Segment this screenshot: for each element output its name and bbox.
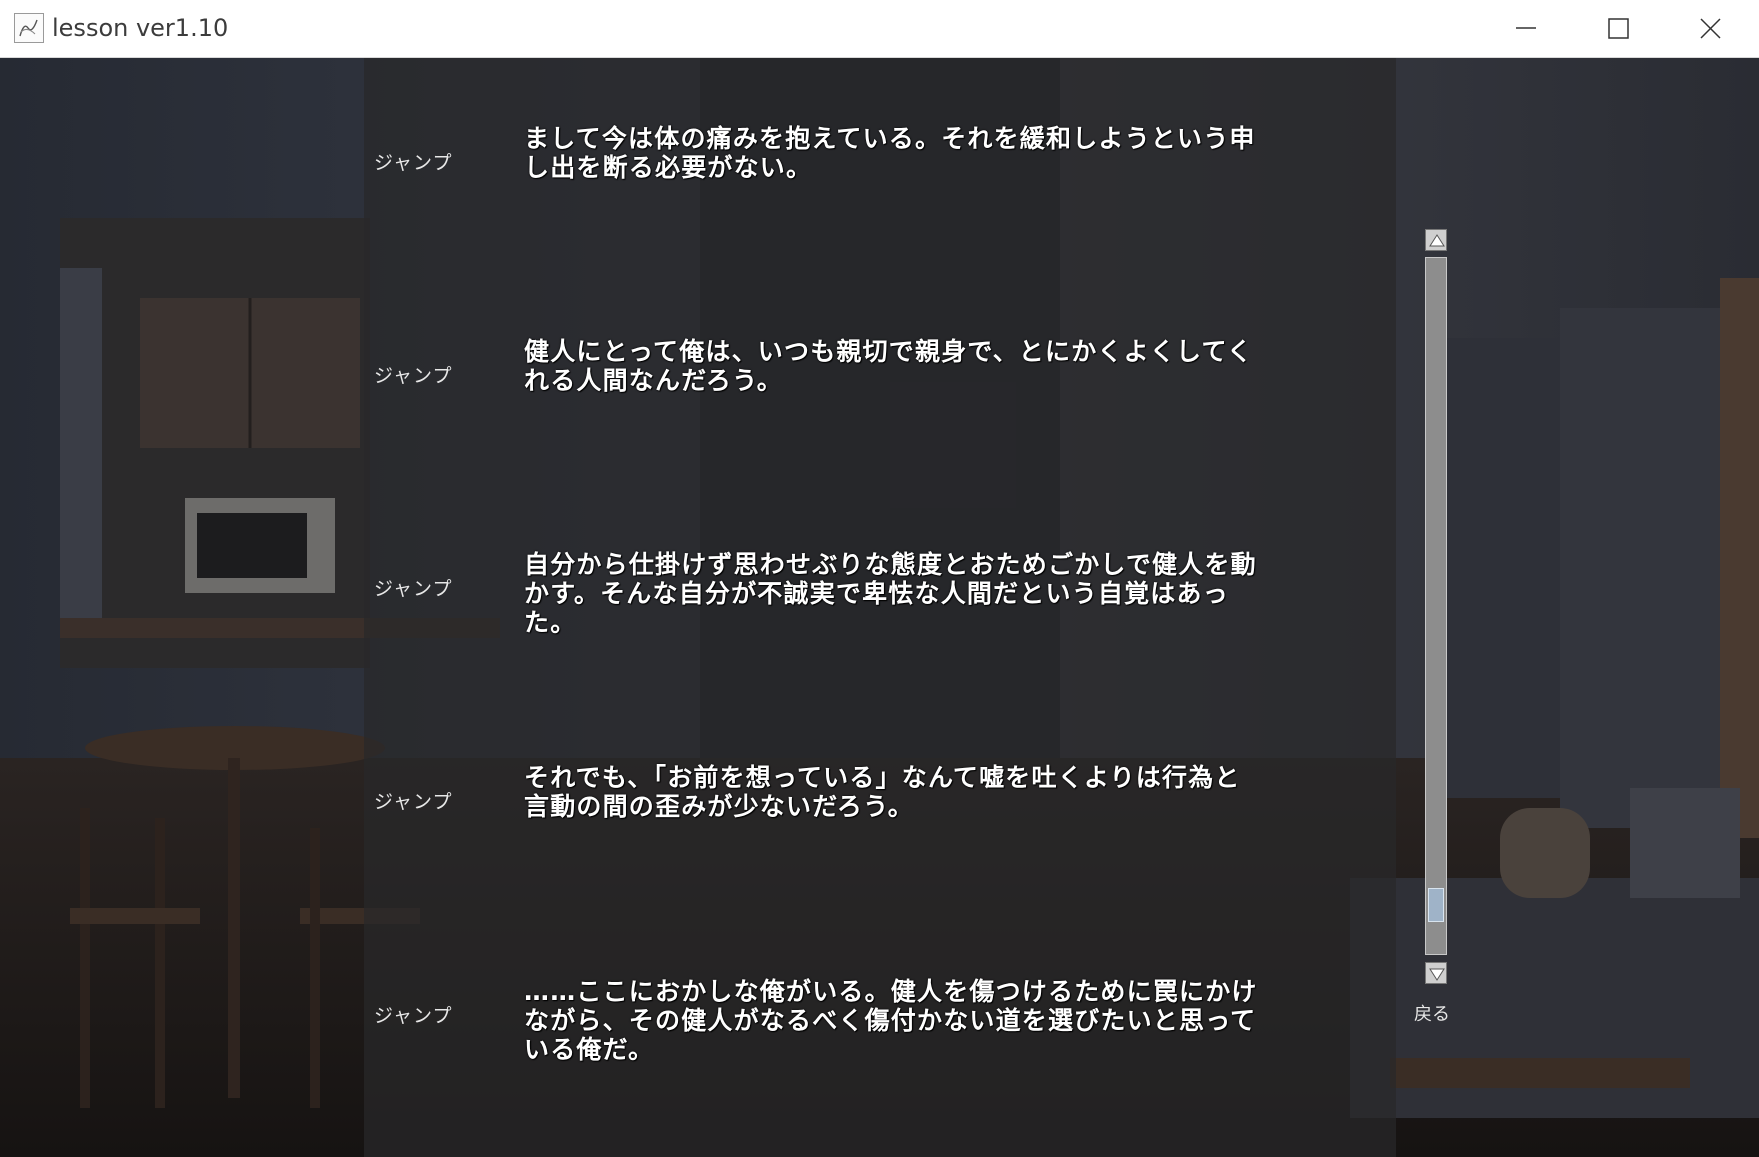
jump-button[interactable]: ジャンプ — [374, 148, 452, 175]
backlog-entry-text: それでも、「お前を想っている」なんて嘘を吐くよりは行為と言動の間の歪みが少ないだ… — [524, 763, 1241, 821]
minimize-button[interactable] — [1480, 0, 1572, 57]
close-icon — [1700, 18, 1721, 39]
backlog-entry: ジャンプ 健人にとって俺は、いつも親切で親身で、とにかくよくしてくれる人間なんだ… — [364, 331, 1396, 511]
backlog-entry-text: まして今は体の痛みを抱えている。それを緩和しようという申し出を断る必要がない。 — [524, 124, 1256, 182]
game-window: ジャンプ まして今は体の痛みを抱えている。それを緩和しようという申し出を断る必要… — [0, 0, 1759, 1157]
backlog-entry-text: 健人にとって俺は、いつも親切で親身で、とにかくよくしてくれる人間なんだろう。 — [524, 337, 1254, 395]
title-bar: lesson ver1.10 — [0, 0, 1759, 58]
backlog-entry: ジャンプ まして今は体の痛みを抱えている。それを緩和しようという申し出を断る必要… — [364, 118, 1396, 298]
arrow-down-icon — [1429, 968, 1445, 981]
jump-button[interactable]: ジャンプ — [374, 574, 452, 601]
maximize-button[interactable] — [1572, 0, 1664, 57]
backlog-entry: ジャンプ ……ここにおかしな俺がいる。健人を傷つけるために罠にかけながら、その健… — [364, 971, 1396, 1151]
maximize-icon — [1608, 18, 1629, 39]
backlog-entry: ジャンプ それでも、「お前を想っている」なんて嘘を吐くよりは行為と言動の間の歪み… — [364, 757, 1396, 937]
scroll-down-button[interactable] — [1425, 962, 1447, 984]
backlog-entry: ジャンプ 自分から仕掛けず思わせぶりな態度とおためごかしで健人を動かす。そんな自… — [364, 544, 1396, 724]
backlog-entry-text: 自分から仕掛けず思わせぶりな態度とおためごかしで健人を動かす。そんな自分が不誠実… — [524, 550, 1257, 637]
window-title: lesson ver1.10 — [52, 14, 229, 42]
scroll-up-button[interactable] — [1425, 229, 1447, 251]
scrollbar-track[interactable] — [1425, 257, 1447, 955]
close-button[interactable] — [1664, 0, 1756, 57]
jump-button[interactable]: ジャンプ — [374, 361, 452, 388]
app-logo-icon — [19, 19, 38, 37]
back-button[interactable]: 戻る — [1414, 1000, 1450, 1026]
arrow-up-icon — [1429, 234, 1445, 247]
scrollbar-thumb[interactable] — [1428, 888, 1444, 922]
backlog-entry-text: ……ここにおかしな俺がいる。健人を傷つけるために罠にかけながら、その健人がなるべ… — [524, 977, 1258, 1064]
app-icon — [14, 13, 44, 43]
minimize-icon — [1516, 27, 1536, 29]
jump-button[interactable]: ジャンプ — [374, 787, 452, 814]
jump-button[interactable]: ジャンプ — [374, 1001, 452, 1028]
